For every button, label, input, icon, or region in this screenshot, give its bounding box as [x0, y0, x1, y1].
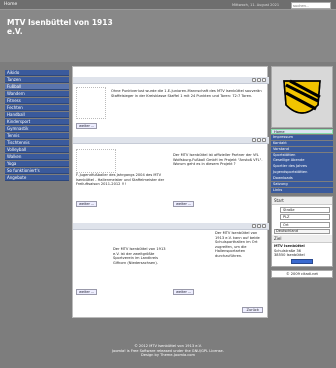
article-image	[76, 87, 106, 119]
route-planner: Start Straße PLZ Ort Deutschland Ziel MT…	[271, 196, 333, 268]
citadi-link[interactable]: © 2009 citadi.net	[286, 272, 318, 276]
print-icon[interactable]	[257, 78, 261, 82]
left-nav-item[interactable]: Volleyball	[5, 146, 69, 154]
left-nav-item[interactable]: So funktioniert's	[5, 167, 69, 175]
right-nav-item[interactable]: Downloads	[271, 176, 333, 182]
article-text: Der MTV Isenbüttel von 1913 e.V. kann au…	[215, 231, 260, 258]
site-title: MTV Isenbüttel von 1913 e.V.	[7, 18, 113, 36]
route-start-label: Start	[272, 197, 332, 206]
right-nav-item[interactable]: Jugendsportstätten	[271, 170, 333, 176]
article-header	[73, 223, 269, 230]
pdf-icon[interactable]	[252, 138, 256, 142]
left-sidebar: Aikido Tanzen Fußball Wandern Fitness Fechten…	[5, 70, 69, 182]
left-nav-item[interactable]: Kindersport	[5, 118, 69, 126]
club-crest	[271, 66, 333, 128]
print-icon[interactable]	[257, 224, 261, 228]
right-nav-item[interactable]: Kontakt	[271, 140, 333, 147]
right-nav-item[interactable]: Sportstätten	[271, 152, 333, 158]
article-text: Der MTV Isenbüttel von 1913 e.V. ist der…	[113, 247, 166, 265]
right-nav-item[interactable]: Sportler des Jahres	[271, 164, 333, 170]
route-city-input[interactable]: Ort	[280, 221, 330, 228]
print-icon[interactable]	[257, 138, 261, 142]
footer: © 2012 MTV Isenbüttel von 1913 e.V. Joom…	[0, 344, 336, 358]
read-more-button[interactable]: weiter ...	[76, 289, 98, 295]
club-crest-icon	[283, 79, 321, 114]
home-link[interactable]: Home	[4, 2, 17, 7]
article-text: Der MTV Isenbüttel ist offizieller Partn…	[173, 153, 263, 167]
left-nav-item[interactable]: Fechten	[5, 104, 69, 112]
top-bar: Home Mittwoch, 11. August 2021	[0, 0, 336, 10]
ziel-city: 38550 Isenbüttel	[274, 253, 305, 258]
left-nav-item[interactable]: Handball	[5, 111, 69, 119]
article-text: F-Jugendfußballer des Jahrgangs 2004 des…	[76, 173, 165, 187]
read-more-button[interactable]: weiter ...	[173, 289, 195, 295]
left-nav-item[interactable]: Tanzen	[5, 76, 69, 84]
left-nav-item[interactable]: Yoga	[5, 160, 69, 168]
left-nav-item[interactable]: Angebote	[5, 174, 69, 182]
right-nav-item[interactable]: Gesellige Abende	[271, 158, 333, 164]
left-nav-item[interactable]: Fitness	[5, 97, 69, 105]
pdf-icon[interactable]	[252, 224, 256, 228]
route-ziel-label: Ziel	[272, 235, 332, 244]
read-more-button[interactable]: weiter ...	[76, 123, 98, 129]
route-zip-input[interactable]: PLZ	[280, 214, 330, 221]
main-content: Ohne Punktverlust wurde die 1.E-Junioren…	[72, 66, 269, 318]
route-country-select[interactable]: Deutschland	[274, 229, 330, 235]
left-nav-item[interactable]: Tennis	[5, 132, 69, 140]
route-street-input[interactable]: Straße	[280, 206, 330, 213]
footer-design: Design by Theme-Joomla.com	[141, 353, 195, 357]
email-icon[interactable]	[262, 78, 266, 82]
left-nav-item[interactable]: Gymnastik	[5, 125, 69, 133]
left-nav-item[interactable]: Fußball	[5, 83, 69, 91]
left-nav-item[interactable]: Wandern	[5, 90, 69, 98]
left-nav-item[interactable]: Tischtennis	[5, 139, 69, 147]
back-button[interactable]: Zurück	[242, 307, 263, 313]
right-nav-item[interactable]: Impressum	[271, 134, 333, 141]
article-text: Ohne Punktverlust wurde die 1.E-Junioren…	[111, 89, 262, 98]
date-text: Mittwoch, 11. August 2021	[232, 3, 280, 7]
pdf-icon[interactable]	[252, 78, 256, 82]
route-submit-button[interactable]	[291, 259, 313, 265]
read-more-button[interactable]: weiter ...	[173, 201, 195, 207]
article-image	[76, 149, 116, 173]
search-input[interactable]	[291, 2, 331, 9]
article-header	[73, 77, 269, 84]
article-3: Der MTV Isenbüttel von 1913 e.V. ist der…	[73, 223, 269, 303]
article-2: F-Jugendfußballer des Jahrgangs 2004 des…	[73, 137, 269, 221]
right-nav-item[interactable]: Satzung	[271, 182, 333, 188]
right-nav-item[interactable]: Vorstand	[271, 146, 333, 152]
left-nav-item[interactable]: Walken	[5, 153, 69, 161]
right-nav-item[interactable]: Links	[271, 187, 333, 194]
email-icon[interactable]	[262, 138, 266, 142]
left-nav-item[interactable]: Aikido	[5, 70, 69, 77]
right-sidebar: Home Impressum Kontakt Vorstand Sportstätten…	[271, 66, 333, 279]
email-icon[interactable]	[262, 224, 266, 228]
read-more-button[interactable]: weiter ...	[76, 201, 98, 207]
copyright-box: © 2009 citadi.net	[271, 270, 333, 279]
article-1: Ohne Punktverlust wurde die 1.E-Junioren…	[73, 77, 269, 135]
right-nav-item[interactable]: Home	[271, 129, 333, 135]
article-header	[73, 137, 269, 144]
